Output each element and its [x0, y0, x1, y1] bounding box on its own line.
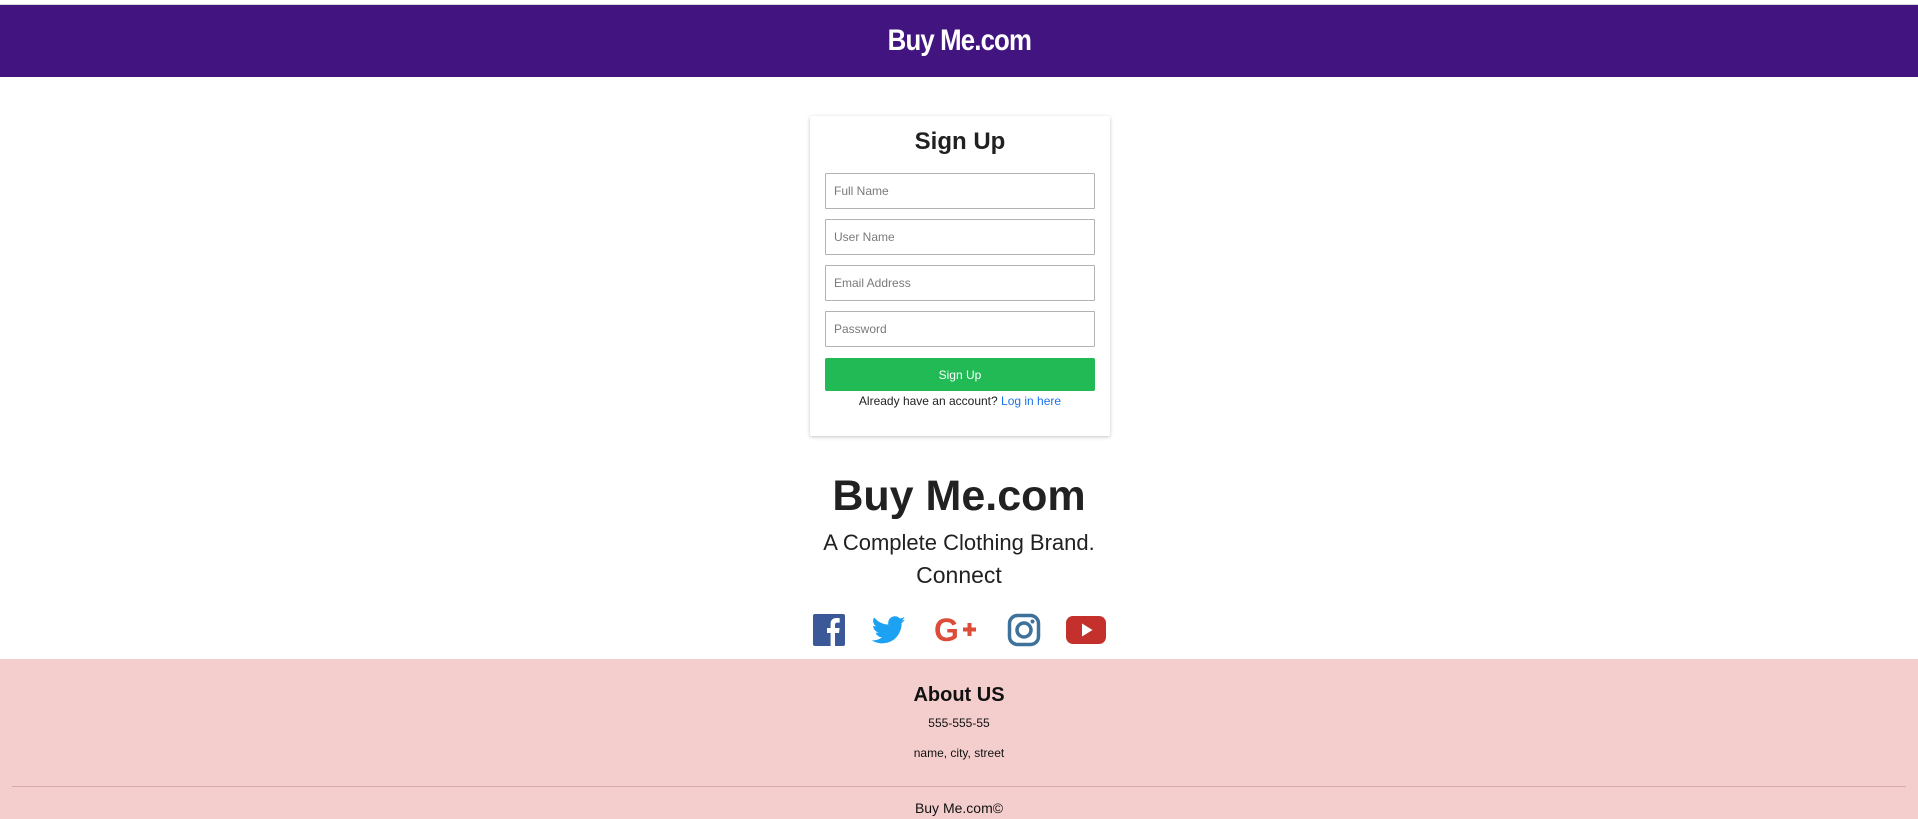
login-prompt-text: Already have an account?	[858, 394, 998, 408]
full-name-input[interactable]	[825, 173, 1095, 209]
signup-card: Sign Up Sign Up Already have an account?…	[810, 116, 1110, 436]
footer-title: About US	[913, 684, 1005, 706]
brand-link[interactable]: Buy Me.com	[887, 24, 1031, 58]
youtube-icon[interactable]	[1066, 613, 1106, 647]
login-link[interactable]: Log in here	[1001, 394, 1061, 408]
twitter-icon[interactable]	[871, 613, 907, 647]
user-name-input[interactable]	[825, 219, 1095, 255]
svg-text:G: G	[934, 613, 959, 647]
footer-copyright: Buy Me.com©	[914, 800, 1004, 816]
promo-title: Buy Me.com	[832, 472, 1086, 520]
navbar: Buy Me.com	[0, 5, 1918, 77]
password-input[interactable]	[825, 311, 1095, 347]
signup-button[interactable]: Sign Up	[825, 358, 1095, 391]
footer: About US 555-555-55 name, city, street B…	[0, 659, 1918, 819]
connect-heading: Connect	[916, 562, 1002, 588]
facebook-icon[interactable]	[813, 613, 845, 647]
promo-subtitle: A Complete Clothing Brand.	[823, 530, 1095, 555]
login-prompt: Already have an account? Log in here	[810, 394, 1110, 408]
google-plus-icon[interactable]: G	[934, 612, 980, 648]
instagram-icon[interactable]	[1007, 613, 1041, 647]
footer-address: name, city, street	[913, 746, 1005, 760]
footer-divider	[12, 786, 1906, 787]
footer-phone: 555-555-55	[928, 716, 990, 730]
email-input[interactable]	[825, 265, 1095, 301]
signup-title: Sign Up	[914, 128, 1006, 155]
